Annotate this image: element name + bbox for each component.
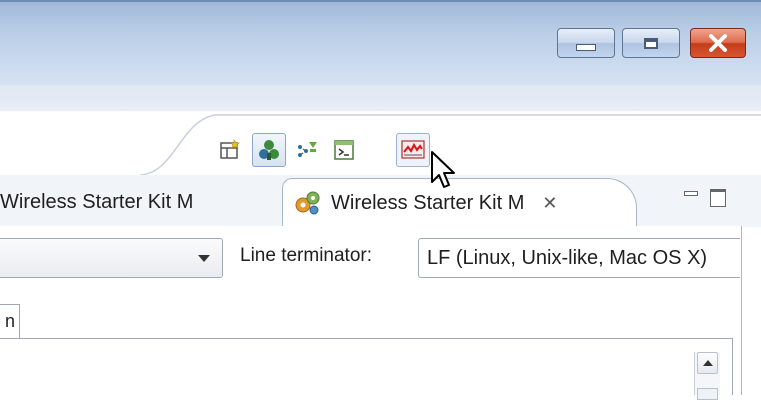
view-minimize-button[interactable] [684,191,698,196]
maximize-button[interactable] [622,28,680,58]
tab-wireless-starter-kit-left[interactable]: Wireless Starter Kit M [0,178,270,226]
tab-label: Wireless Starter Kit M [331,191,525,214]
subtab-fragment[interactable]: n [0,304,20,338]
open-perspective-button[interactable] [213,133,247,167]
perspective-tree-button[interactable] [252,133,286,167]
menubar [0,85,761,112]
vertical-scrollbar[interactable] [694,352,720,400]
close-icon [709,34,727,52]
line-terminator-select[interactable]: LF (Linux, Unix-like, Mac OS X) [418,238,740,278]
tab-close-icon[interactable]: ✕ [542,193,557,214]
chevron-down-icon [198,255,210,262]
scroll-thumb[interactable] [697,388,718,400]
console-perspective-icon [334,140,354,160]
energy-profiler-button[interactable] [396,133,430,167]
debug-perspective-icon [298,142,317,157]
scroll-up-arrow[interactable] [697,352,718,374]
minimize-icon [576,43,596,51]
view-maximize-button[interactable] [710,189,726,207]
close-button[interactable] [690,28,746,58]
toolbar-divider-curve [139,114,761,175]
console-perspective-button[interactable] [327,133,361,167]
mouse-cursor-icon [431,151,455,188]
open-perspective-icon [220,139,240,159]
line-terminator-label: Line terminator: [240,245,373,266]
port-combo-box[interactable] [0,238,223,278]
energy-profiler-icon [401,140,425,159]
gears-icon [295,191,320,215]
debug-perspective-button[interactable] [290,133,324,167]
maximize-icon [644,37,658,49]
minimize-button[interactable] [557,28,615,58]
terminal-output-area[interactable] [0,338,733,395]
perspective-tree-icon [259,140,279,160]
tab-label: Wireless Starter Kit M [0,190,194,213]
